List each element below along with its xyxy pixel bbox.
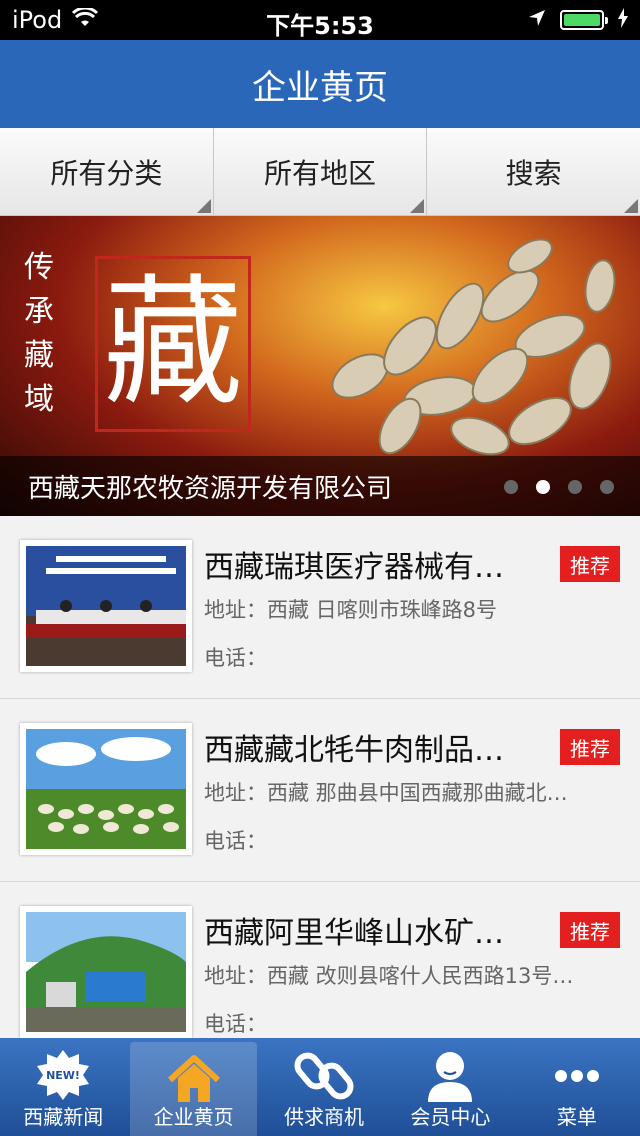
company-title: 西藏阿里华峰山水矿… bbox=[204, 916, 504, 951]
banner-carousel[interactable]: 传承藏域 藏 西藏天那农牧资源开发有限公司 bbox=[0, 216, 640, 516]
company-title: 西藏藏北牦牛肉制品… bbox=[204, 733, 504, 768]
more-dots-icon bbox=[554, 1070, 599, 1082]
filter-label: 搜索 bbox=[505, 156, 562, 190]
carousel-dot-active[interactable] bbox=[536, 480, 550, 494]
filter-label: 所有分类 bbox=[50, 156, 163, 190]
banner-caption-text: 西藏天那农牧资源开发有限公司 bbox=[28, 473, 393, 504]
battery-icon bbox=[560, 10, 608, 30]
recommend-badge: 推荐 bbox=[560, 546, 620, 582]
company-thumbnail bbox=[20, 906, 192, 1038]
status-bar: iPod 下午5:53 bbox=[0, 0, 640, 40]
tab-menu[interactable]: 菜单 bbox=[514, 1038, 640, 1136]
carousel-dot[interactable] bbox=[504, 480, 518, 494]
company-thumbnail bbox=[20, 723, 192, 855]
tab-news[interactable]: NEW! 西藏新闻 bbox=[0, 1038, 126, 1136]
company-address: 地址：西藏 日喀则市珠峰路8号 bbox=[204, 598, 498, 622]
new-badge-icon: NEW! bbox=[37, 1050, 90, 1100]
tab-label: 会员中心 bbox=[410, 1105, 491, 1129]
company-title: 西藏瑞琪医疗器械有… bbox=[204, 550, 504, 585]
tab-label: 西藏新闻 bbox=[23, 1105, 104, 1129]
company-phone: 电话： bbox=[204, 646, 267, 670]
list-item[interactable]: 西藏瑞琪医疗器械有… 推荐 地址：西藏 日喀则市珠峰路8号 电话： bbox=[0, 516, 640, 699]
banner-calligraphy: 传承藏域 bbox=[24, 250, 54, 417]
chain-link-icon bbox=[294, 1052, 354, 1100]
dropdown-corner-icon bbox=[196, 199, 211, 213]
tab-bar: NEW! 西藏新闻 企业黄页 供求商机 会员中心 菜单 bbox=[0, 1038, 640, 1136]
dropdown-corner-icon bbox=[624, 199, 639, 213]
banner-big-character: 藏 bbox=[95, 256, 251, 432]
carousel-dots bbox=[504, 480, 614, 494]
user-icon bbox=[428, 1052, 473, 1102]
company-address: 地址：西藏 那曲县中国西藏那曲藏北… bbox=[204, 781, 568, 805]
tab-yellow-pages[interactable]: 企业黄页 bbox=[130, 1042, 257, 1136]
company-address: 地址：西藏 改则县喀什人民西路13号… bbox=[204, 964, 574, 988]
tab-label: 供求商机 bbox=[284, 1105, 365, 1129]
svg-text:NEW!: NEW! bbox=[46, 1069, 80, 1082]
filter-bar: 所有分类 所有地区 搜索 bbox=[0, 128, 640, 216]
dropdown-corner-icon bbox=[410, 199, 425, 213]
carousel-dot[interactable] bbox=[600, 480, 614, 494]
carousel-dot[interactable] bbox=[568, 480, 582, 494]
filter-search-button[interactable]: 搜索 bbox=[427, 128, 640, 216]
company-phone: 电话： bbox=[204, 829, 267, 853]
home-icon bbox=[167, 1055, 220, 1102]
list-item[interactable]: 西藏藏北牦牛肉制品… 推荐 地址：西藏 那曲县中国西藏那曲藏北… 电话： bbox=[0, 699, 640, 882]
filter-region-button[interactable]: 所有地区 bbox=[213, 128, 428, 216]
location-arrow-icon bbox=[528, 9, 546, 31]
tab-label: 企业黄页 bbox=[153, 1105, 234, 1129]
filter-category-button[interactable]: 所有分类 bbox=[0, 128, 214, 216]
nav-bar: 企业黄页 bbox=[0, 40, 640, 128]
recommend-badge: 推荐 bbox=[560, 912, 620, 948]
recommend-badge: 推荐 bbox=[560, 729, 620, 765]
company-list: 西藏瑞琪医疗器械有… 推荐 地址：西藏 日喀则市珠峰路8号 电话： 西藏藏北牦牛… bbox=[0, 516, 640, 1065]
filter-label: 所有地区 bbox=[264, 156, 377, 190]
page-title: 企业黄页 bbox=[252, 67, 388, 108]
tab-supply-demand[interactable]: 供求商机 bbox=[261, 1038, 387, 1136]
company-phone: 电话： bbox=[204, 1012, 267, 1036]
banner-product-image bbox=[331, 238, 616, 456]
tab-member-center[interactable]: 会员中心 bbox=[387, 1038, 513, 1136]
company-thumbnail bbox=[20, 540, 192, 672]
tab-label: 菜单 bbox=[556, 1105, 597, 1129]
charging-icon bbox=[618, 8, 628, 32]
